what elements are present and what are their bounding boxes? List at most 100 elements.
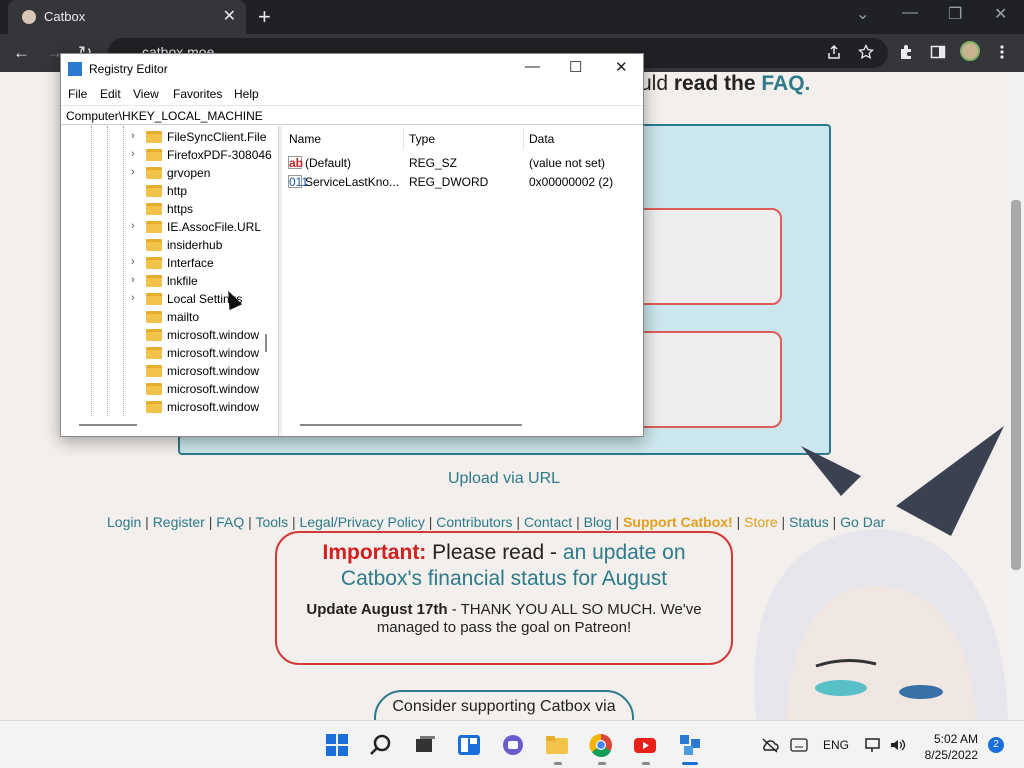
important-label: Important: [322,541,427,564]
youtube-icon[interactable] [633,733,657,757]
tree-horizontal-scrollbar[interactable] [79,424,137,426]
share-icon[interactable] [826,44,842,60]
file-drop-zone[interactable] [630,208,782,305]
bookmark-star-icon[interactable] [858,44,874,60]
close-window-button[interactable]: ✕ [994,4,1007,24]
column-divider[interactable] [403,128,404,150]
clock[interactable]: 5:02 AM 8/25/2022 [916,731,978,763]
value-row-servicelastknown[interactable]: 011 ServiceLastKno... REG_DWORD 0x000000… [282,172,643,191]
column-divider[interactable] [523,128,524,150]
footer-link[interactable]: Support Catbox! [623,514,733,530]
column-name[interactable]: Name [289,132,321,146]
folder-icon [146,203,162,215]
side-panel-icon[interactable] [930,44,946,60]
tree-key-row[interactable]: microsoft.window [61,380,278,398]
registry-editor-taskbar-icon[interactable] [678,733,702,757]
chrome-icon[interactable] [589,733,613,757]
footer-link[interactable]: Tools [255,514,288,530]
menu-edit[interactable]: Edit [100,87,121,101]
expand-chevron-icon[interactable]: › [131,292,135,304]
regedit-close-button[interactable]: ✕ [615,58,628,76]
menu-file[interactable]: File [68,87,87,101]
tree-key-row[interactable]: https [61,200,278,218]
registry-values-list[interactable]: Name Type Data ab (Default) REG_SZ (valu… [282,126,643,436]
menu-icon[interactable] [998,44,1006,60]
tree-key-row[interactable]: › Local Settings [61,290,278,308]
tab-search-icon[interactable]: ⌄ [856,4,869,24]
expand-chevron-icon[interactable]: › [131,166,135,178]
minimize-button[interactable]: — [902,4,918,22]
tree-key-row[interactable]: http [61,182,278,200]
faq-link[interactable]: FAQ. [761,72,810,95]
expand-chevron-icon[interactable]: › [131,220,135,232]
tree-key-row[interactable]: › grvopen [61,164,278,182]
tree-key-row[interactable]: microsoft.window [61,326,278,344]
regedit-maximize-button[interactable]: ☐ [569,58,582,76]
regedit-address-bar[interactable]: Computer\HKEY_LOCAL_MACHINE [61,105,643,125]
profile-avatar[interactable] [960,41,980,61]
file-explorer-icon[interactable] [545,733,569,757]
footer-link[interactable]: Contact [524,514,572,530]
tree-key-row[interactable]: › IE.AssocFile.URL [61,218,278,236]
column-data[interactable]: Data [529,132,554,146]
tree-key-row[interactable]: microsoft.window [61,344,278,362]
tree-key-row[interactable]: › Interface [61,254,278,272]
upload-via-url-link[interactable]: Upload via URL [448,470,560,488]
tree-key-row[interactable]: › lnkfile [61,272,278,290]
regedit-title-bar[interactable]: Registry Editor — ☐ ✕ [61,54,643,84]
cloud-offline-icon[interactable] [761,737,779,753]
tree-key-row[interactable]: microsoft.window [61,362,278,380]
values-horizontal-scrollbar[interactable] [300,424,522,426]
notification-badge[interactable]: 2 [988,737,1004,753]
expand-chevron-icon[interactable]: › [131,274,135,286]
footer-link[interactable]: Legal/Privacy Policy [300,514,425,530]
patreon-support-box[interactable]: Consider supporting Catbox via [374,690,634,720]
link-separator: | [572,514,584,530]
page-scrollbar[interactable] [1008,72,1024,720]
menu-favorites[interactable]: Favorites [173,87,222,101]
value-row-default[interactable]: ab (Default) REG_SZ (value not set) [282,153,643,172]
tree-key-label: FirefoxPDF-308046 [167,148,272,162]
search-icon[interactable] [369,733,393,757]
widgets-icon[interactable] [457,733,481,757]
footer-link[interactable]: Login [107,514,141,530]
value-type: REG_SZ [409,156,458,170]
value-type: REG_DWORD [409,175,489,189]
url-drop-zone[interactable] [630,331,782,428]
tree-key-row[interactable]: insiderhub [61,236,278,254]
column-type[interactable]: Type [409,132,435,146]
close-tab-icon[interactable]: ✕ [223,6,236,26]
expand-chevron-icon[interactable]: › [131,148,135,160]
restore-button[interactable]: ❐ [948,4,962,24]
task-view-icon[interactable] [413,733,437,757]
menu-help[interactable]: Help [234,87,259,101]
tab-catbox[interactable]: Catbox ✕ [8,0,246,34]
page-scrollbar-thumb[interactable] [1011,200,1021,570]
tree-key-row[interactable]: mailto [61,308,278,326]
back-button[interactable]: ← [13,43,30,63]
tree-key-row[interactable]: › FirefoxPDF-308046 [61,146,278,164]
expand-chevron-icon[interactable]: › [131,256,135,268]
chat-icon[interactable] [501,733,525,757]
footer-link[interactable]: Blog [584,514,612,530]
regedit-minimize-button[interactable]: — [525,58,540,75]
language-indicator[interactable]: ENG [823,738,849,752]
consider-text: Consider supporting Catbox via [392,698,616,715]
tree-key-label: microsoft.window [167,364,260,378]
start-icon[interactable] [325,733,349,757]
extensions-icon[interactable] [898,44,914,60]
menu-view[interactable]: View [133,87,159,101]
tree-key-row[interactable]: microsoft.window [61,398,278,416]
folder-icon [146,131,162,143]
new-tab-button[interactable]: + [258,4,271,30]
footer-link[interactable]: Register [153,514,205,530]
footer-link[interactable]: Contributors [436,514,512,530]
footer-link[interactable]: FAQ [216,514,244,530]
tree-key-row[interactable]: › FileSyncClient.File [61,128,278,146]
network-icon[interactable] [865,737,883,753]
tree-key-label: IE.AssocFile.URL [167,220,262,234]
registry-key-tree[interactable]: › FileSyncClient.File › FirefoxPDF-308046 › g… [61,126,279,436]
expand-chevron-icon[interactable]: › [131,130,135,142]
volume-icon[interactable] [889,737,907,753]
keyboard-icon[interactable] [790,738,808,752]
